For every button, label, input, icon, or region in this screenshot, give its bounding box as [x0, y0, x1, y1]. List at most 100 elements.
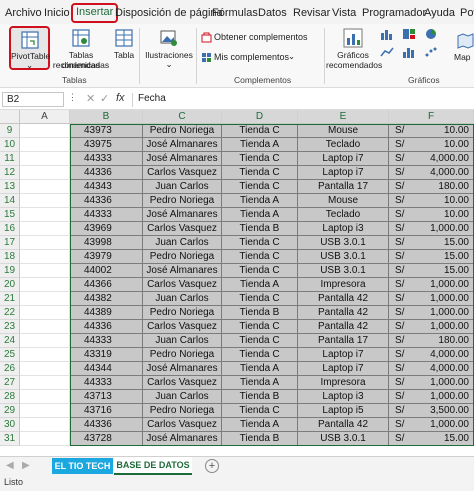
cell-monto[interactable]: S/10.00 [389, 138, 474, 152]
cell-monto[interactable]: S/1,000.00 [389, 306, 474, 320]
cell-tienda[interactable]: Tienda A [222, 418, 298, 432]
cell-producto[interactable]: Laptop i3 [298, 222, 389, 236]
line-chart-icon[interactable] [380, 46, 394, 58]
cell-producto[interactable]: Laptop i7 [298, 152, 389, 166]
menu-tab-programador[interactable]: Programador [362, 4, 426, 22]
cell-monto[interactable]: S/10.00 [389, 194, 474, 208]
hierarchy-chart-icon[interactable] [402, 28, 416, 40]
cell-id[interactable]: 44002 [70, 264, 143, 278]
column-header-c[interactable]: C [143, 110, 222, 124]
column-header-b[interactable]: B [70, 110, 143, 124]
cell-monto[interactable]: S/15.00 [389, 432, 474, 446]
cell-tienda[interactable]: Tienda C [222, 348, 298, 362]
row-header[interactable]: 30 [0, 418, 20, 432]
menu-tab-fórmulas[interactable]: Fórmulas [212, 4, 258, 22]
cell-id[interactable]: 43713 [70, 390, 143, 404]
ilustraciones-button[interactable]: Ilustraciones ⌄ [144, 26, 194, 70]
cell-producto[interactable]: Mouse [298, 194, 389, 208]
cell-a[interactable] [20, 404, 70, 418]
cell-tienda[interactable]: Tienda C [222, 180, 298, 194]
cell-vendedor[interactable]: Carlos Vasquez [143, 222, 222, 236]
column-chart-icon[interactable] [380, 28, 394, 40]
row-header[interactable]: 13 [0, 180, 20, 194]
cell-monto[interactable]: S/15.00 [389, 236, 474, 250]
pie-chart-icon[interactable] [424, 28, 438, 40]
cell-a[interactable] [20, 180, 70, 194]
row-header[interactable]: 31 [0, 432, 20, 446]
cell-monto[interactable]: S/1,000.00 [389, 278, 474, 292]
add-sheet-icon[interactable]: + [205, 459, 219, 473]
cell-a[interactable] [20, 222, 70, 236]
cell-vendedor[interactable]: José Almanares [143, 208, 222, 222]
row-header[interactable]: 28 [0, 390, 20, 404]
cell-a[interactable] [20, 152, 70, 166]
row-header[interactable]: 24 [0, 334, 20, 348]
cell-producto[interactable]: Laptop i7 [298, 166, 389, 180]
menu-tab-inicio[interactable]: Inicio [44, 4, 70, 22]
insert-function-icon[interactable]: fx [116, 92, 125, 104]
cell-vendedor[interactable]: José Almanares [143, 152, 222, 166]
cell-vendedor[interactable]: Carlos Vasquez [143, 376, 222, 390]
cell-a[interactable] [20, 306, 70, 320]
cell-tienda[interactable]: Tienda A [222, 138, 298, 152]
cell-producto[interactable]: USB 3.0.1 [298, 264, 389, 278]
cell-vendedor[interactable]: Juan Carlos [143, 236, 222, 250]
cell-a[interactable] [20, 418, 70, 432]
row-header[interactable]: 15 [0, 208, 20, 222]
cell-monto[interactable]: S/1,000.00 [389, 376, 474, 390]
cell-monto[interactable]: S/4,000.00 [389, 152, 474, 166]
row-header[interactable]: 11 [0, 152, 20, 166]
select-all-corner[interactable] [0, 110, 20, 124]
sheet-tab-base-de-datos[interactable]: BASE DE DATOS [114, 457, 192, 475]
cell-producto[interactable]: Mouse [298, 124, 389, 138]
graficos-recomendados-button[interactable]: Gráficos recomendados [326, 26, 382, 70]
cell-a[interactable] [20, 292, 70, 306]
cell-id[interactable]: 43975 [70, 138, 143, 152]
cell-a[interactable] [20, 124, 70, 138]
cell-id[interactable]: 43969 [70, 222, 143, 236]
sheet-nav-next-icon[interactable]: ▶ [22, 460, 30, 471]
obtener-complementos-button[interactable]: Obtener complementos [200, 31, 328, 45]
cell-vendedor[interactable]: Pedro Noriega [143, 124, 222, 138]
sheet-tab-el-tio-tech[interactable]: EL TIO TECH [52, 458, 113, 474]
cell-producto[interactable]: Laptop i3 [298, 390, 389, 404]
cell-a[interactable] [20, 278, 70, 292]
cell-tienda[interactable]: Tienda A [222, 376, 298, 390]
row-header[interactable]: 18 [0, 250, 20, 264]
row-header[interactable]: 19 [0, 264, 20, 278]
cell-monto[interactable]: S/4,000.00 [389, 348, 474, 362]
cell-tienda[interactable]: Tienda B [222, 222, 298, 236]
cell-producto[interactable]: Laptop i7 [298, 348, 389, 362]
cell-tienda[interactable]: Tienda B [222, 306, 298, 320]
cell-monto[interactable]: S/1,000.00 [389, 292, 474, 306]
cell-tienda[interactable]: Tienda A [222, 208, 298, 222]
cell-vendedor[interactable]: Pedro Noriega [143, 404, 222, 418]
cell-id[interactable]: 43998 [70, 236, 143, 250]
menu-tab-disposición-de-página[interactable]: Disposición de página [115, 4, 223, 22]
cell-id[interactable]: 44333 [70, 376, 143, 390]
cell-a[interactable] [20, 264, 70, 278]
cell-a[interactable] [20, 348, 70, 362]
row-header[interactable]: 23 [0, 320, 20, 334]
row-header[interactable]: 21 [0, 292, 20, 306]
row-header[interactable]: 22 [0, 306, 20, 320]
cell-producto[interactable]: Pantalla 17 [298, 334, 389, 348]
column-header-a[interactable]: A [20, 110, 70, 124]
name-box-dropdown-icon[interactable]: ⋮ [68, 92, 77, 103]
cell-vendedor[interactable]: José Almanares [143, 362, 222, 376]
scatter-chart-icon[interactable] [424, 46, 438, 58]
cell-monto[interactable]: S/1,000.00 [389, 320, 474, 334]
mapas-button[interactable]: Map [452, 28, 474, 72]
cell-vendedor[interactable]: Pedro Noriega [143, 250, 222, 264]
cell-producto[interactable]: Teclado [298, 208, 389, 222]
cell-vendedor[interactable]: José Almanares [143, 264, 222, 278]
cell-producto[interactable]: Pantalla 42 [298, 320, 389, 334]
row-header[interactable]: 12 [0, 166, 20, 180]
cell-a[interactable] [20, 138, 70, 152]
cell-a[interactable] [20, 166, 70, 180]
cell-producto[interactable]: Pantalla 42 [298, 418, 389, 432]
menu-tab-vista[interactable]: Vista [332, 4, 356, 22]
cell-producto[interactable]: Laptop i7 [298, 362, 389, 376]
row-header[interactable]: 29 [0, 404, 20, 418]
cell-tienda[interactable]: Tienda C [222, 320, 298, 334]
